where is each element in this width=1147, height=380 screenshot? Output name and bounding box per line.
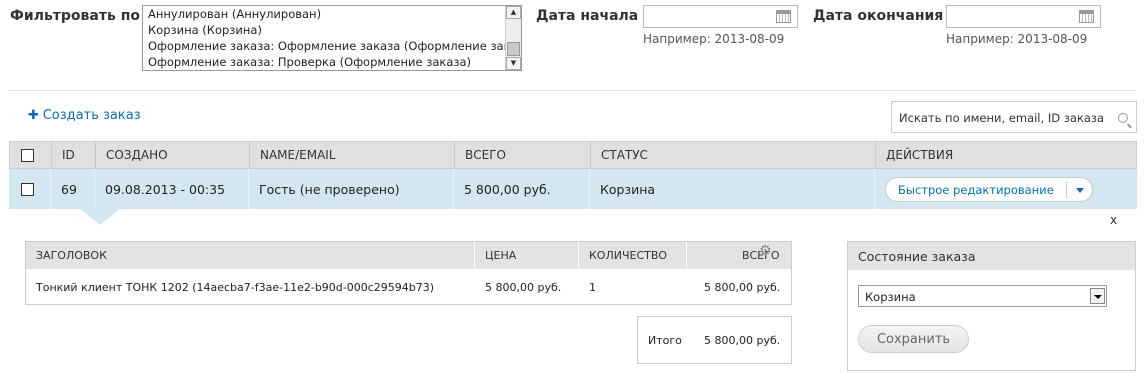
create-order-link[interactable]: ✚ Создать заказ — [28, 108, 141, 123]
order-items-table: ЗАГОЛОВОК ЦЕНА КОЛИЧЕСТВО ВСЕГО ⚙ Тонкий… — [25, 241, 792, 305]
orders-table-header: ID СОЗДАНО NAME/EMAIL ВСЕГО СТАТУС ДЕЙСТ… — [9, 141, 1137, 169]
col-status[interactable]: СТАТУС — [591, 142, 648, 168]
item-price: 5 800,00 руб. — [485, 280, 562, 294]
save-button[interactable]: Сохранить — [858, 325, 969, 353]
search-placeholder: Искать по имени, email, ID заказа — [899, 111, 1105, 125]
date-end-label: Дата окончания — [813, 8, 944, 24]
date-start-label: Дата начала — [536, 8, 639, 24]
chevron-down-icon[interactable] — [1076, 188, 1084, 193]
scroll-up-icon[interactable]: ▲ — [506, 6, 521, 19]
scroll-thumb[interactable] — [507, 42, 520, 56]
table-row[interactable]: 69 09.08.2013 - 00:35 Гость (не проверен… — [9, 169, 1137, 209]
row-status: Корзина — [600, 181, 656, 197]
items-col-qty: КОЛИЧЕСТВО — [589, 249, 668, 262]
row-name: Гость (не проверено) — [259, 181, 400, 197]
order-state-title: Состояние заказа — [858, 249, 976, 264]
scroll-down-icon[interactable]: ▼ — [506, 57, 521, 70]
select-all-checkbox[interactable] — [21, 149, 34, 162]
row-total: 5 800,00 руб. — [464, 181, 551, 197]
row-checkbox[interactable] — [21, 183, 34, 196]
status-filter-listbox[interactable]: Аннулирован (Аннулирован) Корзина (Корзи… — [142, 5, 522, 71]
close-details-button[interactable]: x — [1110, 213, 1117, 227]
filter-option[interactable]: Оформление заказа: Проверка (Оформление … — [143, 54, 521, 70]
total-value: 5 800,00 руб. — [704, 334, 781, 347]
order-total-box: Итого 5 800,00 руб. — [637, 316, 792, 364]
item-title: Тонкий клиент ТОНК 1202 (14aecba7-f3ae-1… — [36, 280, 435, 294]
col-name-email[interactable]: NAME/EMAIL — [250, 142, 336, 168]
items-col-title: ЗАГОЛОВОК — [36, 249, 107, 262]
date-end-input[interactable] — [946, 5, 1101, 28]
filter-label: Фильтровать по — [10, 8, 140, 24]
search-input[interactable]: Искать по имени, email, ID заказа — [891, 101, 1137, 133]
item-qty: 1 — [589, 280, 596, 294]
date-end-hint: Например: 2013-08-09 — [946, 32, 1088, 46]
items-header: ЗАГОЛОВОК ЦЕНА КОЛИЧЕСТВО ВСЕГО ⚙ — [26, 242, 791, 269]
order-state-select[interactable]: Корзина — [858, 285, 1107, 307]
quick-edit-label: Быстрое редактирование — [898, 183, 1054, 197]
date-start-hint: Например: 2013-08-09 — [643, 32, 785, 46]
quick-edit-button[interactable]: Быстрое редактирование — [885, 177, 1093, 202]
listbox-scrollbar[interactable]: ▲ ▼ — [505, 6, 521, 70]
date-start-input[interactable] — [643, 5, 798, 28]
col-total[interactable]: ВСЕГО — [455, 142, 506, 168]
order-state-selected: Корзина — [865, 290, 916, 304]
order-state-panel: Состояние заказа Корзина Сохранить — [847, 241, 1136, 371]
row-id: 69 — [61, 181, 77, 197]
calendar-icon[interactable] — [1079, 10, 1094, 23]
row-expand-pointer — [80, 209, 120, 225]
calendar-icon[interactable] — [776, 10, 791, 23]
filter-option[interactable]: Корзина (Корзина) — [143, 22, 521, 38]
col-actions: ДЕЙСТВИЯ — [886, 148, 954, 162]
col-id[interactable]: ID — [52, 142, 75, 168]
gear-icon[interactable]: ⚙ — [759, 237, 772, 264]
dropdown-arrow-icon[interactable] — [1090, 288, 1105, 304]
divider — [8, 90, 1136, 91]
row-created: 09.08.2013 - 00:35 — [105, 181, 226, 197]
filter-option[interactable]: Оформление заказа: Оформление заказа (Оф… — [143, 38, 521, 54]
item-total: 5 800,00 руб. — [704, 280, 781, 294]
search-icon[interactable] — [1118, 113, 1128, 123]
total-label: Итого — [648, 334, 682, 347]
filter-option[interactable]: Аннулирован (Аннулирован) — [143, 6, 521, 22]
plus-icon: ✚ — [28, 108, 39, 123]
col-created[interactable]: СОЗДАНО — [96, 142, 168, 168]
items-col-price: ЦЕНА — [485, 249, 517, 262]
create-order-label: Создать заказ — [42, 108, 141, 123]
